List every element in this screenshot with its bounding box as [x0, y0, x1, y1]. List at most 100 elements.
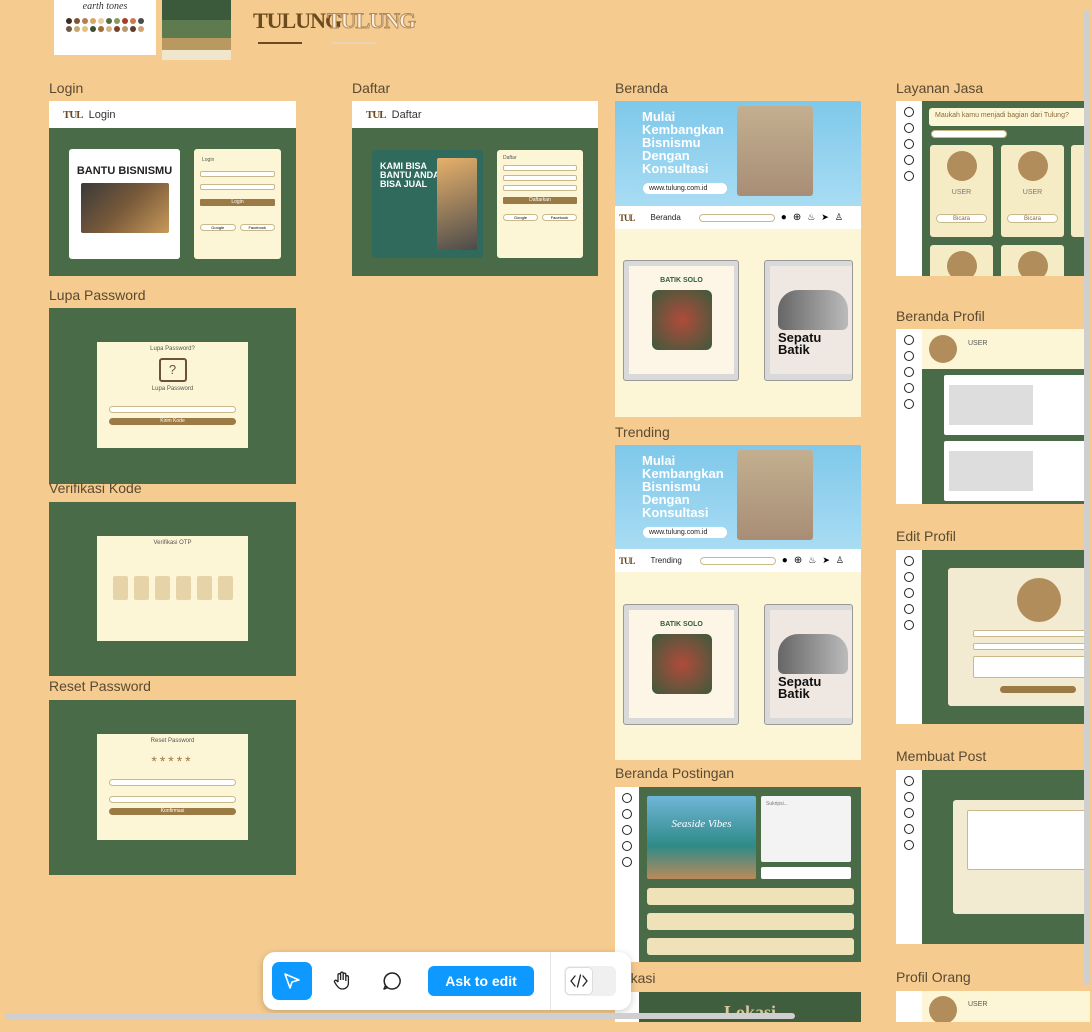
frame-reset[interactable]: Reset Password ***** Konfirmasi	[49, 700, 296, 875]
frame-layanan-jasa[interactable]: Maukah kamu menjadi bagian dari Tulung? …	[896, 101, 1090, 276]
bio-field[interactable]	[973, 656, 1090, 678]
otp-box[interactable]	[113, 576, 128, 600]
email-field[interactable]	[109, 406, 236, 413]
people-icon[interactable]	[904, 171, 914, 181]
fire-icon[interactable]	[904, 572, 914, 582]
fire-icon[interactable]	[904, 123, 914, 133]
google-button[interactable]: Google	[503, 214, 538, 221]
user-icon[interactable]: ●	[781, 212, 787, 223]
otp-box[interactable]	[134, 576, 149, 600]
profile-icon[interactable]	[904, 155, 914, 165]
google-button[interactable]: Google	[200, 224, 236, 231]
user-icon[interactable]: ●	[782, 555, 788, 566]
save-button[interactable]	[1000, 686, 1076, 693]
plus-icon[interactable]	[622, 793, 632, 803]
otp-box[interactable]	[176, 576, 191, 600]
otp-box[interactable]	[197, 576, 212, 600]
bicara-button[interactable]: Bicara	[936, 214, 987, 223]
people-icon[interactable]	[904, 840, 914, 850]
profile-icon[interactable]	[904, 383, 914, 393]
search-input[interactable]	[931, 130, 1007, 138]
caption-textarea[interactable]: Sukripsi...	[761, 796, 851, 862]
send-icon[interactable]	[622, 825, 632, 835]
comment-row[interactable]	[647, 888, 854, 905]
fire-icon[interactable]	[622, 809, 632, 819]
poster-1[interactable]: BATIK SOLO	[623, 604, 739, 725]
send-icon[interactable]	[904, 588, 914, 598]
name-field[interactable]	[973, 630, 1090, 637]
fire-icon[interactable]: ♨	[808, 555, 816, 566]
new-password-field[interactable]	[109, 779, 236, 786]
comment-tool-button[interactable]	[372, 962, 412, 1000]
post-text-area[interactable]	[967, 810, 1090, 870]
people-icon[interactable]	[904, 399, 914, 409]
plus-icon[interactable]: ⊕	[793, 212, 801, 223]
plus-icon[interactable]	[904, 335, 914, 345]
frame-login[interactable]: TUL Login BANTU BISNISMU Login Login Goo…	[49, 101, 296, 276]
move-tool-button[interactable]	[272, 962, 312, 1000]
otp-box[interactable]	[155, 576, 170, 600]
name-field[interactable]	[503, 165, 577, 171]
poster-2[interactable]: Sepatu Batik	[764, 260, 853, 381]
user-card[interactable]: USER Bicara	[1001, 145, 1064, 237]
send-icon[interactable]	[904, 139, 914, 149]
profile-icon[interactable]: ♙	[835, 212, 843, 223]
profile-icon[interactable]	[904, 604, 914, 614]
user-card[interactable]: USER Bicara	[930, 145, 993, 237]
people-icon[interactable]	[904, 620, 914, 630]
otp-box[interactable]	[218, 576, 233, 600]
profile-icon[interactable]: ♙	[836, 555, 844, 566]
plus-icon[interactable]: ⊕	[794, 555, 802, 566]
send-icon[interactable]: ➤	[822, 555, 830, 566]
daftar-button[interactable]: Daftarkan	[503, 197, 577, 204]
fire-icon[interactable]	[904, 792, 914, 802]
email-field[interactable]	[973, 643, 1090, 650]
send-icon[interactable]	[904, 808, 914, 818]
username-field[interactable]	[200, 171, 275, 177]
post-card[interactable]	[944, 441, 1090, 501]
facebook-button[interactable]: Facebook	[542, 214, 577, 221]
facebook-button[interactable]: Facebook	[240, 224, 276, 231]
bicara-button[interactable]: Bicara	[1007, 214, 1058, 223]
frame-membuat-post[interactable]	[896, 770, 1090, 944]
people-icon[interactable]	[622, 857, 632, 867]
user-card[interactable]	[1001, 245, 1064, 276]
frame-beranda[interactable]: Mulai Kembangkan Bisnismu Dengan Konsult…	[615, 101, 861, 417]
frame-beranda-postingan[interactable]: Seaside Vibes Sukripsi...	[615, 787, 861, 962]
plus-icon[interactable]	[904, 107, 914, 117]
comment-row[interactable]	[647, 938, 854, 955]
login-button[interactable]: Login	[200, 199, 275, 206]
search-input[interactable]	[699, 214, 775, 222]
hero-url[interactable]: www.tulung.com.id	[643, 183, 727, 194]
frame-edit-profil[interactable]	[896, 550, 1090, 724]
plus-icon[interactable]	[904, 556, 914, 566]
hero-url[interactable]: www.tulung.com.id	[643, 527, 727, 538]
fire-icon[interactable]: ♨	[807, 212, 815, 223]
email-field[interactable]	[503, 175, 577, 181]
dev-mode-toggle[interactable]	[564, 966, 616, 996]
profile-icon[interactable]	[904, 824, 914, 834]
frame-profil-orang[interactable]: USER	[896, 991, 1090, 1022]
search-input[interactable]	[700, 557, 776, 565]
profile-icon[interactable]	[622, 841, 632, 851]
confirm-button[interactable]: Konfirmasi	[109, 808, 236, 815]
send-icon[interactable]	[904, 367, 914, 377]
post-card[interactable]	[944, 375, 1090, 435]
comment-row[interactable]	[647, 913, 854, 930]
send-code-button[interactable]: Kirim Kode	[109, 418, 236, 425]
user-card[interactable]	[930, 245, 993, 276]
confirm-password-field[interactable]	[109, 796, 236, 803]
plus-icon[interactable]	[904, 776, 914, 786]
frame-daftar[interactable]: TUL Daftar KAMI BISA BANTU ANDA BISA JUA…	[352, 101, 598, 276]
password-field[interactable]	[200, 184, 275, 190]
send-icon[interactable]: ➤	[821, 212, 829, 223]
password-field[interactable]	[503, 185, 577, 191]
vertical-scrollbar[interactable]	[1084, 10, 1090, 985]
frame-trending[interactable]: Mulai Kembangkan Bisnismu Dengan Konsult…	[615, 445, 861, 760]
hand-tool-button[interactable]	[322, 962, 362, 1000]
poster-2[interactable]: Sepatu Batik	[764, 604, 853, 725]
fire-icon[interactable]	[904, 351, 914, 361]
horizontal-scrollbar[interactable]	[5, 1013, 795, 1019]
frame-beranda-profil[interactable]: USER	[896, 329, 1090, 504]
frame-lupa-password[interactable]: Lupa Password? ? Lupa Password Kirim Kod…	[49, 308, 296, 484]
